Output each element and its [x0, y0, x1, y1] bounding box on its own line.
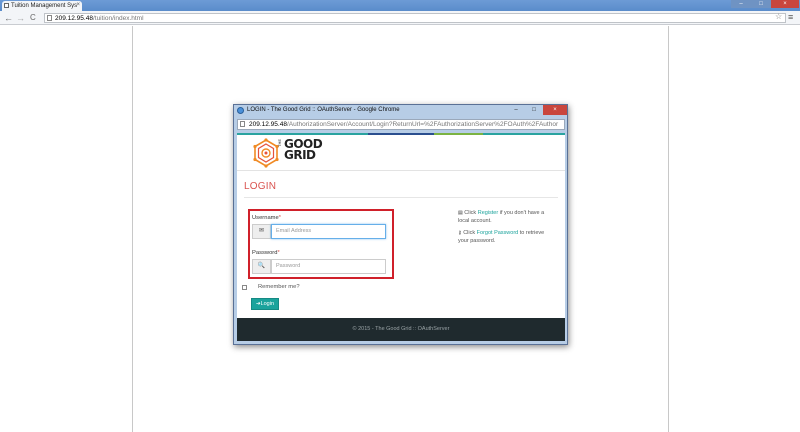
popup-window-title: LOGIN - The Good Grid :: OAuthServer - G…	[247, 107, 400, 113]
page-icon	[47, 15, 52, 21]
window-minimize-button[interactable]: –	[731, 0, 751, 8]
chrome-app-icon	[237, 107, 244, 114]
username-input-group: ✉ Email Address	[252, 224, 386, 239]
page-icon	[240, 121, 245, 127]
envelope-icon: ✉	[252, 224, 271, 239]
popup-url-path: /AuthorizationServer/Account/Login?Retur…	[286, 121, 559, 128]
forgot-password-link[interactable]: Forgot Password	[477, 230, 519, 236]
browser-tab[interactable]: Tuition Management Sys ×	[2, 1, 82, 11]
logo-the-text: THE	[277, 139, 282, 147]
required-marker: *	[278, 215, 282, 221]
username-input[interactable]: Email Address	[271, 224, 386, 239]
url-path: /tuition/index.html	[92, 15, 144, 22]
popup-url-host: 209.12.95.48	[249, 121, 287, 128]
password-label-text: Password	[252, 250, 278, 256]
popup-close-button[interactable]: ×	[543, 105, 567, 115]
login-popup-window: LOGIN - The Good Grid :: OAuthServer - G…	[233, 104, 568, 345]
tab-title: Tuition Management Sys	[11, 3, 78, 9]
page-border-right	[668, 26, 669, 432]
login-button[interactable]: ➔Login	[251, 298, 279, 310]
back-arrow-icon[interactable]: ←	[4, 12, 13, 24]
logo-wordmark[interactable]: GOOD GRID	[284, 138, 323, 162]
password-label: Password*	[252, 250, 280, 256]
window-close-button[interactable]: ×	[771, 0, 799, 8]
book-icon: ▤	[458, 210, 463, 216]
forgot-prefix: Click	[463, 230, 477, 236]
popup-address-bar[interactable]: 209.12.95.48/AuthorizationServer/Account…	[237, 119, 565, 130]
page-border-left	[132, 26, 133, 432]
window-maximize-button[interactable]: □	[751, 0, 771, 8]
url-host: 209.12.95.48	[55, 15, 93, 22]
register-prefix: Click	[464, 210, 478, 216]
remember-me-checkbox[interactable]	[242, 285, 247, 290]
header-color-stripe	[237, 133, 565, 135]
register-link[interactable]: Register	[478, 210, 498, 216]
bookmark-star-icon[interactable]: ☆	[775, 12, 782, 21]
remember-me-label[interactable]: Remember me?	[258, 284, 300, 290]
logo-line-2: GRID	[284, 148, 316, 162]
popup-minimize-button[interactable]: –	[507, 105, 525, 115]
reload-icon[interactable]: C	[30, 12, 36, 24]
username-label: Username*	[252, 215, 281, 221]
address-bar[interactable]: 209.12.95.48/tuition/index.html	[44, 13, 786, 23]
username-label-text: Username	[252, 215, 279, 221]
popup-maximize-button[interactable]: □	[525, 105, 543, 115]
header-divider	[237, 170, 565, 171]
title-divider	[244, 197, 558, 198]
password-input-group: 🔍 Password	[252, 259, 386, 274]
browser-toolbar: ← → C 209.12.95.48/tuition/index.html ☆ …	[0, 11, 800, 25]
browser-tab-strip: Tuition Management Sys × – □ ×	[0, 0, 800, 11]
password-input[interactable]: Password	[271, 259, 386, 274]
tab-close-icon[interactable]: ×	[76, 2, 80, 8]
page-title: LOGIN	[244, 181, 277, 192]
required-marker: *	[277, 250, 280, 256]
key-small-icon: ⚷	[458, 230, 462, 236]
key-icon: 🔍	[252, 259, 271, 274]
login-button-label: Login	[260, 301, 275, 307]
page-favicon-icon	[4, 3, 9, 8]
register-hint: ▤ Click Register if you don't have a loc…	[458, 209, 556, 225]
chrome-menu-icon[interactable]: ≡	[788, 12, 793, 22]
page-footer: © 2015 - The Good Grid :: OAuthServer	[237, 318, 565, 341]
forgot-password-hint: ⚷ Click Forgot Password to retrieve your…	[458, 229, 556, 245]
forward-arrow-icon[interactable]: →	[16, 12, 25, 24]
login-page: THE GOOD GRID LOGIN Username* ✉ Email Ad…	[237, 133, 565, 341]
